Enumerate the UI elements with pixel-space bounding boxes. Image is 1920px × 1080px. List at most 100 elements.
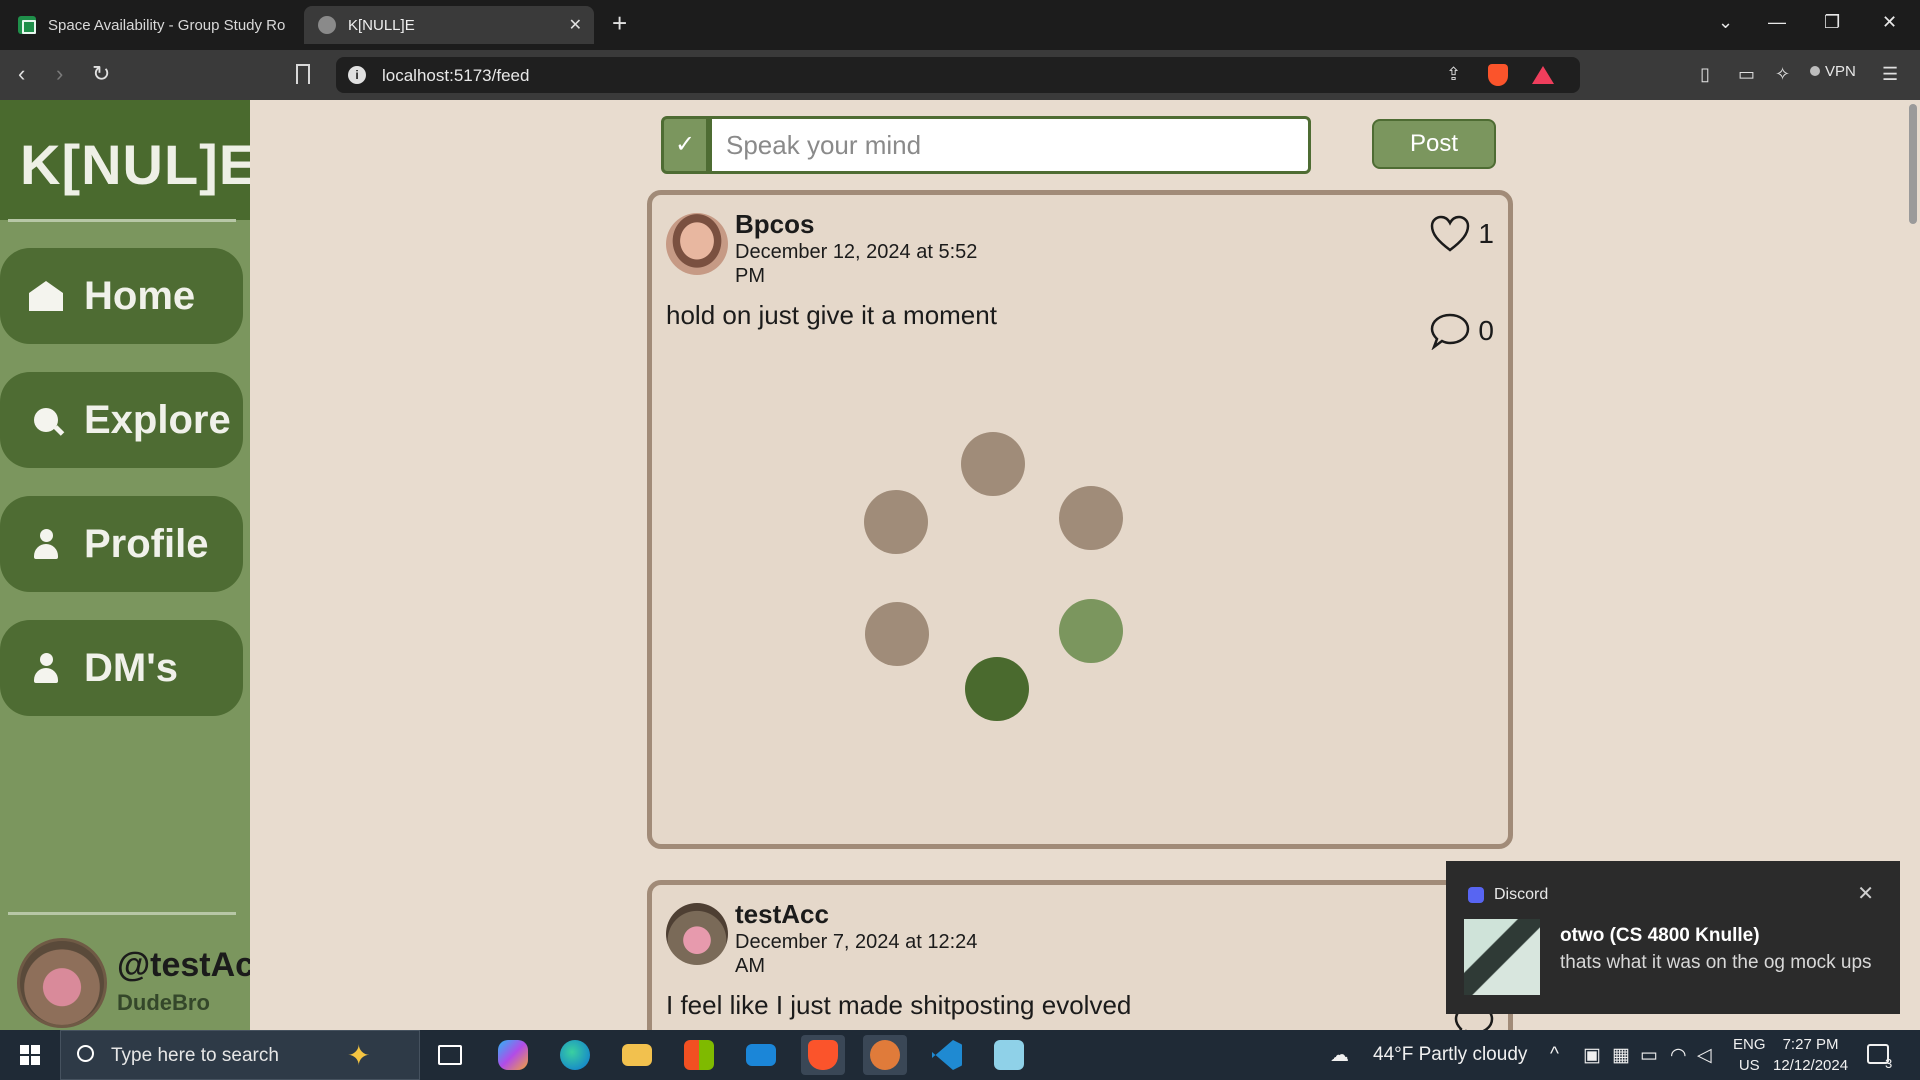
close-notification-icon[interactable]: ✕ (1857, 881, 1874, 906)
share-icon[interactable]: ⇪ (1446, 64, 1461, 85)
sidebar-item-label: DM's (84, 645, 178, 690)
new-tab-icon[interactable]: + (612, 10, 627, 36)
restore-icon[interactable]: ❐ (1824, 12, 1840, 33)
sidebar-toggle-icon[interactable]: ▯ (1700, 64, 1710, 85)
scrollbar-thumb[interactable] (1909, 104, 1917, 224)
brave-shields-icon[interactable] (1488, 64, 1508, 86)
app-logo[interactable]: K[NUL]E (20, 132, 257, 197)
reload-icon[interactable]: ↻ (92, 62, 110, 86)
bookmark-icon[interactable] (296, 64, 310, 84)
clock[interactable]: 7:27 PM 12/12/2024 (1773, 1034, 1848, 1076)
page-scrollbar[interactable] (1906, 100, 1920, 1030)
comment-count: 0 (1478, 315, 1494, 346)
loading-dot (965, 657, 1029, 721)
avatar[interactable] (666, 213, 728, 275)
leo-ai-icon[interactable]: ✧ (1775, 64, 1790, 85)
battery-icon[interactable]: ▭ (1640, 1044, 1658, 1067)
browser-toolbar: ‹ › ↻ i localhost:5173/feed ⇪ ▯ ▭ ✧ VPN … (0, 50, 1920, 100)
site-info-icon[interactable]: i (348, 66, 366, 84)
person-icon (26, 653, 66, 683)
composer-check-button[interactable]: ✓ (661, 116, 709, 174)
copilot-sparkle-icon: ✦ (347, 1040, 371, 1071)
region-code: US (1738, 1057, 1760, 1074)
wallet-icon[interactable]: ▭ (1738, 64, 1755, 85)
post-author[interactable]: testAcc (735, 899, 829, 930)
minimize-icon[interactable]: — (1768, 12, 1786, 33)
avatar[interactable] (17, 938, 107, 1028)
volume-icon[interactable]: ◁ (1697, 1044, 1712, 1067)
like-count: 1 (1478, 218, 1494, 249)
weather-text[interactable]: 44°F Partly cloudy (1373, 1044, 1527, 1066)
sidebar-item-dms[interactable]: DM's (0, 620, 243, 716)
url-text: localhost:5173/feed (382, 66, 530, 85)
tab-knulle[interactable]: K[NULL]E ✕ (304, 6, 594, 44)
user-display-name: DudeBro (117, 990, 210, 1015)
taskbar-search-placeholder: Type here to search (111, 1045, 279, 1066)
discord-notification[interactable]: Discord ✕ otwo (CS 4800 Knulle) thats wh… (1446, 861, 1900, 1014)
loading-dot (961, 432, 1025, 496)
menu-icon[interactable]: ☰ (1882, 64, 1898, 85)
forward-icon[interactable]: › (56, 62, 63, 86)
copilot-icon[interactable] (491, 1035, 535, 1075)
post-author[interactable]: Bpcos (735, 209, 814, 240)
task-view-icon[interactable] (428, 1035, 472, 1075)
loading-dot (1059, 599, 1123, 663)
search-icon (26, 408, 66, 432)
sidebar-item-home[interactable]: Home (0, 248, 243, 344)
brave-taskbar-icon[interactable] (801, 1035, 845, 1075)
browser-tab-bar: Space Availability - Group Study Ro K[NU… (0, 0, 1920, 50)
post-composer-input[interactable] (709, 116, 1311, 174)
tab-list-icon[interactable]: ⌄ (1718, 12, 1733, 33)
screen: Space Availability - Group Study Ro K[NU… (0, 0, 1920, 1080)
person-icon (26, 529, 66, 559)
sidebar-item-explore[interactable]: Explore (0, 372, 243, 468)
avatar[interactable] (666, 903, 728, 965)
brave-rewards-icon[interactable] (1532, 66, 1554, 84)
sidebar-divider (8, 219, 236, 222)
file-explorer-icon[interactable] (615, 1035, 659, 1075)
sidebar-divider (8, 912, 236, 915)
notification-sender: otwo (CS 4800 Knulle) (1560, 925, 1760, 946)
loading-dot (864, 490, 928, 554)
tray-app-icon[interactable]: ▦ (1612, 1044, 1630, 1067)
notification-message: thats what it was on the og mock ups (1560, 952, 1872, 973)
close-tab-icon[interactable]: ✕ (569, 15, 582, 35)
edge-icon[interactable] (553, 1035, 597, 1075)
discord-taskbar-icon[interactable] (863, 1035, 907, 1075)
sidebar: K[NUL]E Home Explore Profile DM's @testA… (0, 100, 273, 1030)
taskbar: Type here to search ✦ ☁ 44°F Partly clou… (0, 1030, 1920, 1080)
home-icon (26, 281, 66, 311)
like-button[interactable]: 1 (1430, 215, 1494, 253)
mail-icon[interactable] (739, 1035, 783, 1075)
microsoft-store-icon[interactable] (677, 1035, 721, 1075)
weather-icon[interactable]: ☁ (1330, 1044, 1349, 1067)
wifi-icon[interactable]: ◠ (1670, 1044, 1687, 1067)
back-icon[interactable]: ‹ (18, 62, 25, 86)
taskbar-search[interactable]: Type here to search ✦ (60, 1030, 420, 1080)
tab-space-availability[interactable]: Space Availability - Group Study Ro (8, 6, 298, 44)
comment-button[interactable]: 0 (1430, 312, 1494, 350)
language-code: ENG (1733, 1036, 1766, 1053)
post-card: Bpcos December 12, 2024 at 5:52 PM hold … (647, 190, 1513, 849)
post-body: hold on just give it a moment (666, 300, 997, 330)
close-window-icon[interactable]: ✕ (1882, 12, 1897, 33)
address-bar[interactable]: i localhost:5173/feed ⇪ (336, 57, 1580, 93)
tab-title: K[NULL]E (348, 16, 415, 34)
tray-app-icon[interactable]: ▣ (1583, 1044, 1601, 1067)
vscode-icon[interactable] (925, 1035, 969, 1075)
tab-title: Space Availability - Group Study Ro (48, 16, 286, 34)
language-indicator[interactable]: ENG US (1733, 1034, 1766, 1076)
tray-overflow-icon[interactable]: ^ (1550, 1044, 1559, 1066)
windows-start-icon[interactable] (20, 1045, 40, 1065)
notepad-icon[interactable] (987, 1035, 1031, 1075)
clock-date: 12/12/2024 (1773, 1057, 1849, 1074)
post-card: testAcc December 7, 2024 at 12:24 AM I f… (647, 880, 1513, 1030)
sidebar-item-label: Profile (84, 521, 209, 566)
post-date: December 7, 2024 at 12:24 AM (735, 931, 978, 977)
loading-dot (865, 602, 929, 666)
notification-app: Discord (1468, 886, 1548, 904)
sheets-icon (18, 16, 36, 34)
post-button[interactable]: Post (1372, 119, 1496, 169)
sidebar-item-profile[interactable]: Profile (0, 496, 243, 592)
vpn-button[interactable]: VPN (1810, 63, 1856, 80)
